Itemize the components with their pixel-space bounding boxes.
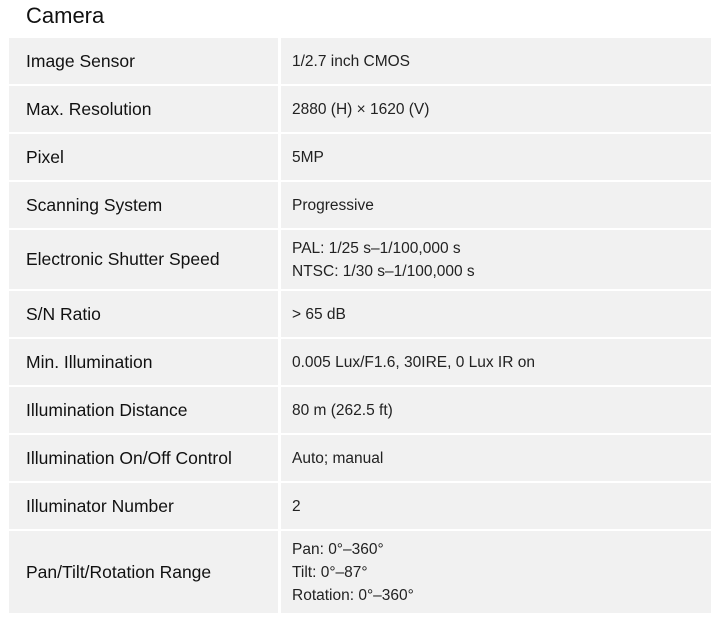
spec-row-scanning-system: Scanning System Progressive [9, 182, 711, 230]
spec-row-illuminator-number: Illuminator Number 2 [9, 483, 711, 531]
spec-value-line: Rotation: 0°–360° [292, 586, 414, 604]
spec-row-pixel: Pixel 5MP [9, 134, 711, 182]
spec-label: Electronic Shutter Speed [9, 230, 281, 291]
spec-value-line: 5MP [292, 148, 324, 166]
spec-value-line: 1/2.7 inch CMOS [292, 52, 411, 70]
spec-label: Min. Illumination [9, 339, 281, 387]
spec-value: > 65 dB [281, 291, 711, 339]
spec-row-max-resolution: Max. Resolution 2880 (H) × 1620 (V) [9, 86, 711, 134]
spec-label: Scanning System [9, 182, 281, 230]
section-title: Camera [26, 3, 105, 28]
spec-value-line: Auto; manual [292, 449, 384, 467]
spec-value-line: NTSC: 1/30 s–1/100,000 s [292, 262, 475, 280]
spec-value-line: PAL: 1/25 s–1/100,000 s [292, 239, 461, 257]
spec-value-line: Pan: 0°–360° [292, 540, 384, 558]
spec-value-line: 0.005 Lux/F1.6, 30IRE, 0 Lux IR on [292, 353, 535, 371]
spec-row-illumination-distance: Illumination Distance 80 m (262.5 ft) [9, 387, 711, 435]
spec-value: 2 [281, 483, 711, 531]
spec-label: Illumination Distance [9, 387, 281, 435]
spec-label: Illumination On/Off Control [9, 435, 281, 483]
spec-value-line: 2 [292, 497, 301, 515]
spec-value-line: 2880 (H) × 1620 (V) [292, 100, 430, 118]
spec-label: Pan/Tilt/Rotation Range [9, 531, 281, 615]
spec-table: Image Sensor 1/2.7 inch CMOS Max. Resolu… [9, 38, 711, 615]
spec-label: Pixel [9, 134, 281, 182]
spec-label: Illuminator Number [9, 483, 281, 531]
spec-value: 5MP [281, 134, 711, 182]
spec-value: 80 m (262.5 ft) [281, 387, 711, 435]
spec-value: Pan: 0°–360° Tilt: 0°–87° Rotation: 0°–3… [281, 531, 711, 615]
spec-label: Image Sensor [9, 38, 281, 86]
spec-value: 1/2.7 inch CMOS [281, 38, 711, 86]
spec-value-line: > 65 dB [292, 305, 346, 323]
spec-value: PAL: 1/25 s–1/100,000 s NTSC: 1/30 s–1/1… [281, 230, 711, 291]
spec-label: S/N Ratio [9, 291, 281, 339]
spec-row-image-sensor: Image Sensor 1/2.7 inch CMOS [9, 38, 711, 86]
spec-row-shutter-speed: Electronic Shutter Speed PAL: 1/25 s–1/1… [9, 230, 711, 291]
spec-value: 2880 (H) × 1620 (V) [281, 86, 711, 134]
spec-value-line: Progressive [292, 196, 374, 214]
spec-value: Progressive [281, 182, 711, 230]
spec-page: Camera Image Sensor 1/2.7 inch CMOS Max.… [0, 0, 720, 626]
spec-value-line: 80 m (262.5 ft) [292, 401, 393, 419]
spec-row-pan-tilt-rotation: Pan/Tilt/Rotation Range Pan: 0°–360° Til… [9, 531, 711, 615]
spec-row-sn-ratio: S/N Ratio > 65 dB [9, 291, 711, 339]
spec-row-min-illumination: Min. Illumination 0.005 Lux/F1.6, 30IRE,… [9, 339, 711, 387]
spec-label: Max. Resolution [9, 86, 281, 134]
spec-value-line: Tilt: 0°–87° [292, 563, 368, 581]
spec-value: 0.005 Lux/F1.6, 30IRE, 0 Lux IR on [281, 339, 711, 387]
spec-row-illumination-control: Illumination On/Off Control Auto; manual [9, 435, 711, 483]
spec-value: Auto; manual [281, 435, 711, 483]
